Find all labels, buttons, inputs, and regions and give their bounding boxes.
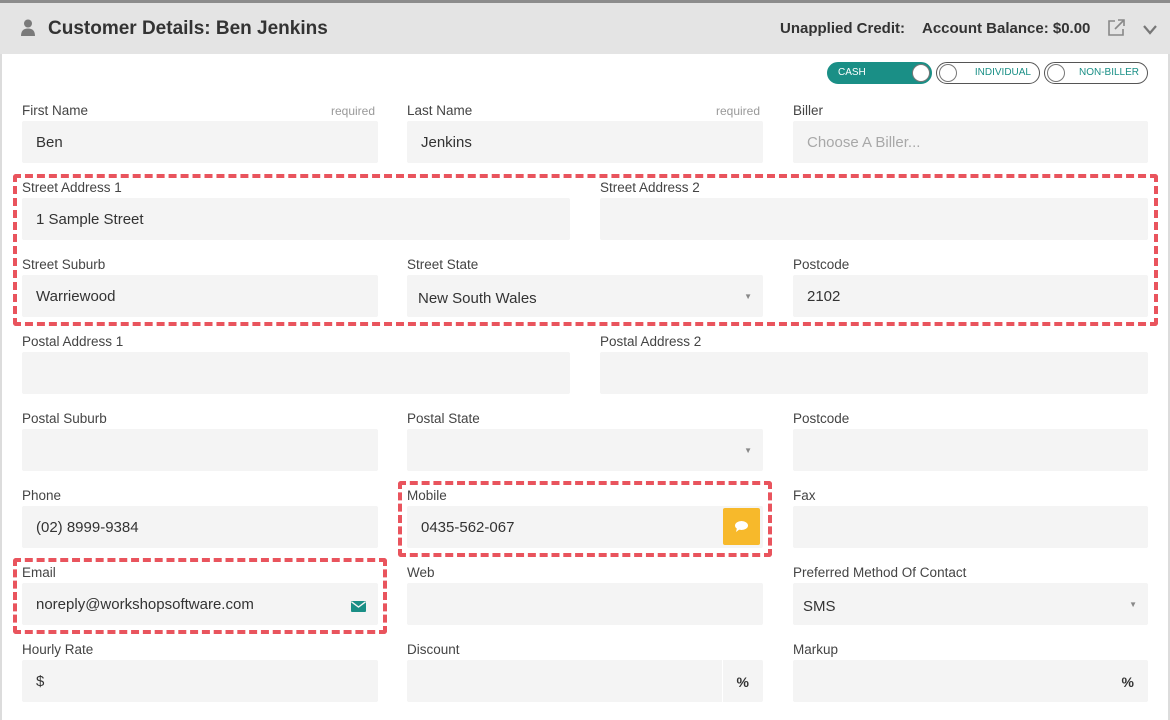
biller-placeholder: Choose A Biller...: [807, 134, 921, 151]
hourly-rate-label: Hourly Rate: [22, 642, 94, 657]
web-field[interactable]: [407, 583, 763, 625]
last-name-label: Last Name: [407, 103, 473, 118]
preferred-contact-select[interactable]: SMS ▼: [793, 583, 1148, 625]
panel-border-left: [0, 54, 2, 720]
postal-suburb-field[interactable]: [22, 429, 378, 471]
page-title: Customer Details: Ben Jenkins: [48, 18, 328, 39]
discount-label: Discount: [407, 642, 460, 657]
fax-field[interactable]: [793, 506, 1148, 548]
individual-toggle-label: INDIVIDUAL: [974, 67, 1031, 78]
mobile-highlight: [398, 481, 772, 557]
phone-label: Phone: [22, 488, 62, 503]
postal-suburb-label: Postal Suburb: [22, 411, 107, 426]
postal-address-1-field[interactable]: [22, 352, 570, 394]
hourly-rate-value: $: [36, 673, 45, 690]
discount-field[interactable]: %: [407, 660, 763, 702]
first-name-required: required: [331, 104, 376, 118]
first-name-label: First Name: [22, 103, 89, 118]
last-name-value: Jenkins: [421, 134, 472, 151]
individual-toggle[interactable]: INDIVIDUAL: [936, 62, 1040, 84]
postal-address-2-label: Postal Address 2: [600, 334, 702, 349]
percent-addon: %: [1121, 674, 1134, 690]
non-biller-toggle[interactable]: NON-BILLER: [1044, 62, 1148, 84]
last-name-required: required: [716, 104, 761, 118]
dropdown-arrow-icon: ▼: [744, 446, 752, 455]
biller-label: Biller: [793, 103, 824, 118]
fax-label: Fax: [793, 488, 816, 503]
email-highlight: [13, 558, 387, 634]
toggle-knob: [912, 64, 930, 82]
web-label: Web: [407, 565, 435, 580]
preferred-contact-value: SMS: [803, 598, 836, 615]
biller-select[interactable]: Choose A Biller...: [793, 121, 1148, 163]
cash-toggle[interactable]: CASH: [827, 62, 932, 84]
customer-details-header[interactable]: Customer Details: Ben Jenkins Unapplied …: [0, 3, 1170, 54]
markup-label: Markup: [793, 642, 839, 657]
dropdown-arrow-icon: ▼: [1129, 600, 1137, 609]
markup-field[interactable]: %: [793, 660, 1148, 702]
cash-toggle-label: CASH: [838, 67, 866, 78]
postal-address-1-label: Postal Address 1: [22, 334, 124, 349]
last-name-field[interactable]: Jenkins: [407, 121, 763, 163]
non-biller-toggle-label: NON-BILLER: [1078, 67, 1139, 78]
preferred-contact-label: Preferred Method Of Contact: [793, 565, 967, 580]
addon-divider: [722, 660, 723, 702]
postal-state-label: Postal State: [407, 411, 480, 426]
postal-postcode-field[interactable]: [793, 429, 1148, 471]
postal-state-select[interactable]: ▼: [407, 429, 763, 471]
first-name-field[interactable]: Ben: [22, 121, 378, 163]
percent-addon: %: [736, 674, 749, 690]
person-icon: [21, 19, 35, 42]
street-address-highlight: [13, 174, 1158, 326]
postal-postcode-label: Postcode: [793, 411, 850, 426]
toggle-knob: [1047, 64, 1065, 82]
first-name-value: Ben: [36, 134, 63, 151]
toggle-knob: [939, 64, 957, 82]
account-balance: Account Balance: $0.00: [922, 20, 1091, 37]
hourly-rate-field[interactable]: $: [22, 660, 378, 702]
phone-value: (02) 8999-9384: [36, 519, 139, 536]
chevron-down-icon[interactable]: [1142, 23, 1158, 41]
phone-field[interactable]: (02) 8999-9384: [22, 506, 378, 548]
unapplied-credit-label: Unapplied Credit:: [780, 20, 906, 37]
postal-address-2-field[interactable]: [600, 352, 1148, 394]
external-link-icon[interactable]: [1106, 18, 1126, 43]
